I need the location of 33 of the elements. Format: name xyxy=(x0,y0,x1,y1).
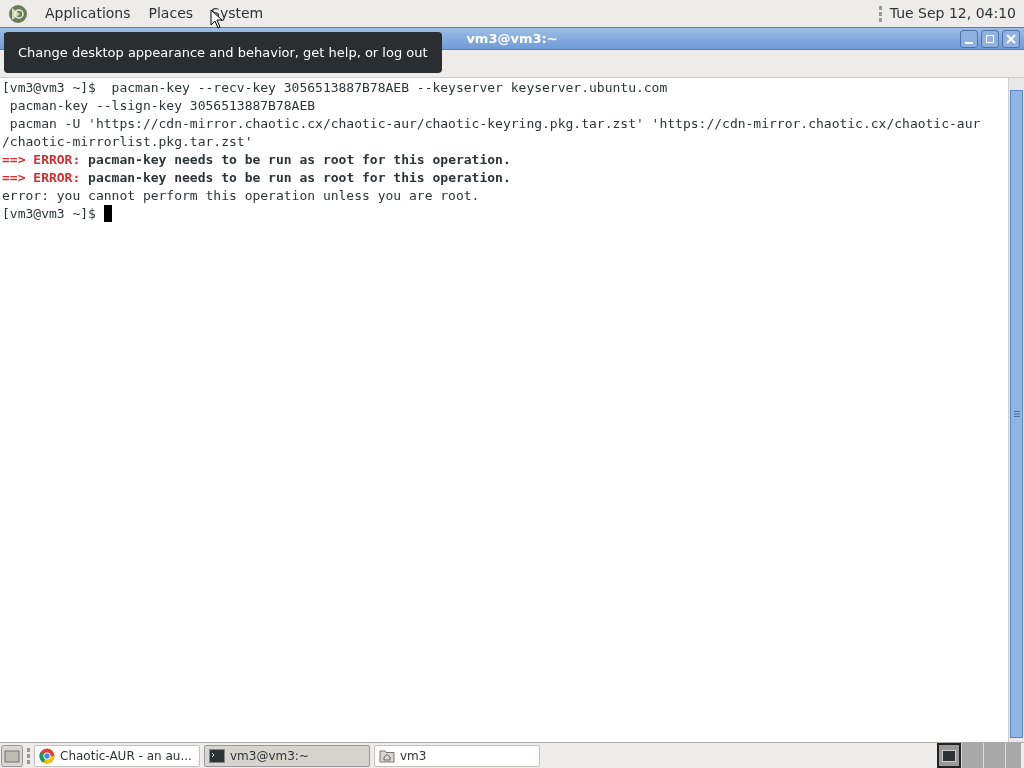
window-title: vm3@vm3:~ xyxy=(466,29,558,48)
tooltip: Change desktop appearance and behavior, get help, or log out xyxy=(4,32,442,73)
close-icon xyxy=(1006,33,1016,44)
handle-icon xyxy=(27,747,30,764)
grip-icon xyxy=(1013,411,1020,417)
terminal-icon xyxy=(209,748,225,763)
browser-icon xyxy=(39,747,55,764)
terminal-error-line: ==> ERROR: pacman-key needs to be run as root for this operation. xyxy=(2,169,511,187)
terminal-line: error: you cannot perform this operation unless you are root. xyxy=(2,187,480,205)
show-desktop-icon[interactable] xyxy=(1,744,23,767)
panel-menu[interactable]: System xyxy=(202,3,273,24)
panel-menu[interactable]: Applications xyxy=(36,3,140,24)
workspace-switcher[interactable] xyxy=(937,743,1021,768)
taskbar-button[interactable]: Chaotic-AUR - an au... xyxy=(34,744,200,767)
maximize-button[interactable] xyxy=(981,29,999,48)
clock[interactable]: Tue Sep 12, 04:10 xyxy=(889,3,1016,24)
terminal-line: pacman -U 'https://cdn-mirror.chaotic.cx/chaotic-aur/chaotic-keyring.pkg.tar.zst' 'https://cdn-mirror.chaotic.cx/chaotic-aur xyxy=(8,115,981,133)
terminal-line: pacman-key --lsign-key 3056513887B78AEB xyxy=(8,97,316,115)
taskbar-button[interactable]: vm3 xyxy=(374,744,540,767)
terminal-line: [vm3@vm3 ~]$ pacman-key --recv-key 3056513887B78AEB --keyserver keyserver.ubuntu.com xyxy=(2,79,668,97)
panel-menu[interactable]: Places xyxy=(139,3,203,24)
terminal-prompt: [vm3@vm3 ~]$ xyxy=(2,205,97,223)
terminal-error-line: ==> ERROR: pacman-key needs to be run as root for this operation. xyxy=(2,151,511,169)
handle-icon xyxy=(878,5,882,22)
taskbar-button[interactable]: vm3@vm3:~ xyxy=(204,744,370,767)
home-folder-icon xyxy=(379,748,395,763)
window-thumbnail-icon xyxy=(942,749,956,762)
scrollbar[interactable] xyxy=(1008,78,1024,742)
distro-logo-icon xyxy=(8,3,28,24)
close-button[interactable] xyxy=(1002,29,1020,48)
terminal-line: /chaotic-mirrorlist.pkg.tar.zst' xyxy=(2,133,253,151)
text-cursor xyxy=(103,205,112,222)
minimize-button[interactable] xyxy=(960,29,978,48)
